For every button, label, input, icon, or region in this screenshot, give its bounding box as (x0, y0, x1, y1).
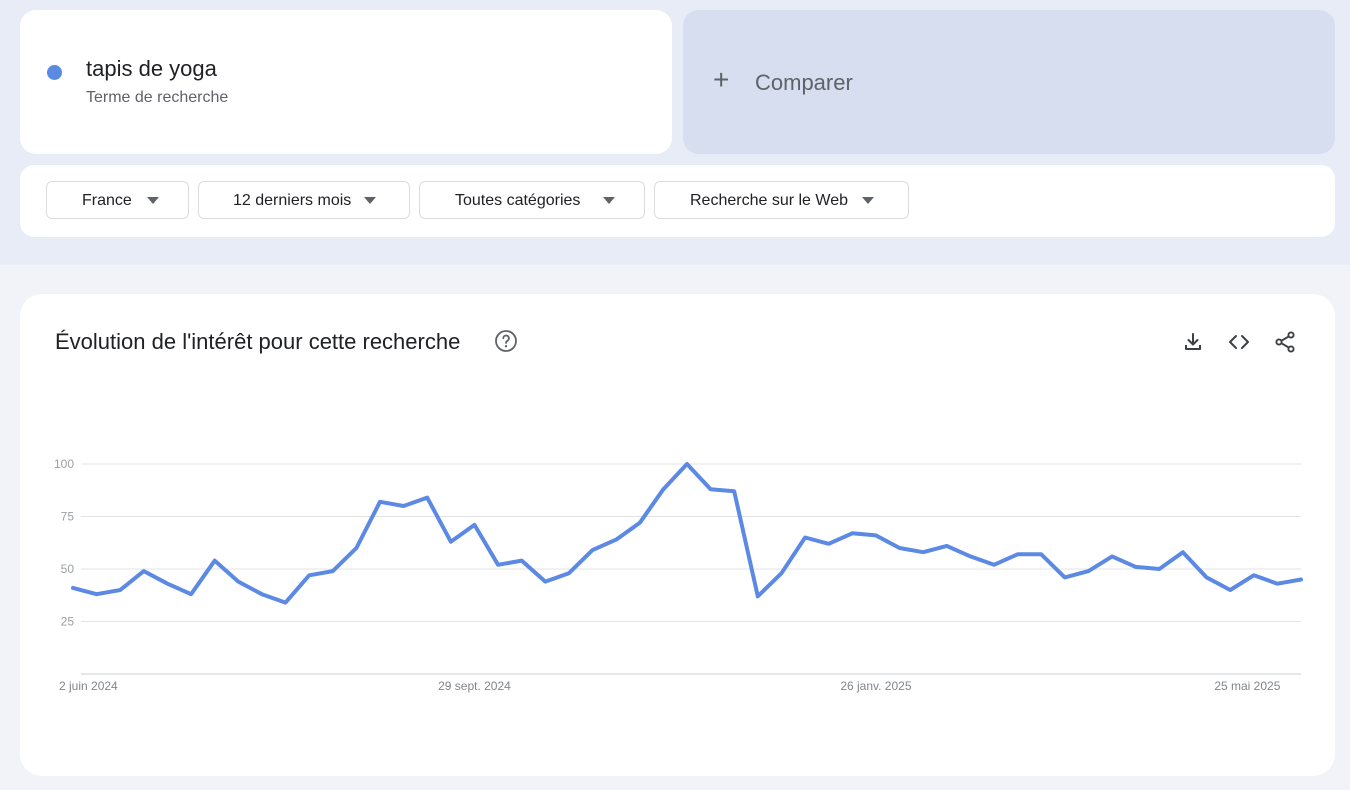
plus-icon: + (713, 64, 730, 95)
chevron-down-icon (147, 197, 159, 204)
chevron-down-icon (364, 197, 376, 204)
y-tick-label-50: 50 (61, 562, 75, 576)
filter-period-label: 12 derniers mois (233, 192, 352, 209)
search-term-type: Terme de recherche (86, 89, 229, 106)
search-term-card[interactable]: tapis de yoga Terme de recherche (20, 10, 672, 154)
filter-category-label: Toutes catégories (455, 192, 581, 209)
chevron-down-icon (862, 197, 874, 204)
filter-search-type-dropdown[interactable]: Recherche sur le Web (654, 181, 909, 219)
filter-search-type-label: Recherche sur le Web (690, 192, 848, 209)
series-color-dot (47, 65, 62, 80)
compare-label: Comparer (755, 70, 853, 95)
x-tick-label: 25 mai 2025 (1214, 679, 1280, 693)
y-tick-label-25: 25 (61, 615, 75, 629)
series-line-tapis-de-yoga (71, 462, 1303, 605)
filter-region-dropdown[interactable]: France (46, 181, 189, 219)
filter-period-dropdown[interactable]: 12 derniers mois (198, 181, 410, 219)
y-tick-label-75: 75 (61, 510, 75, 524)
y-tick-label-100: 100 (54, 457, 74, 471)
compare-button[interactable]: + Comparer (683, 10, 1335, 154)
x-tick-label: 29 sept. 2024 (438, 679, 511, 693)
interest-over-time-card: Évolution de l'intérêt pour cette recher… (20, 294, 1335, 776)
x-tick-label: 2 juin 2024 (59, 679, 118, 693)
interest-line-chart: 25 50 75 100 2 juin 2024 29 sept. 2024 26 janv… (54, 457, 1303, 693)
x-tick-label: 26 janv. 2025 (840, 679, 911, 693)
filter-category-dropdown[interactable]: Toutes catégories (419, 181, 645, 219)
filter-region-label: France (82, 192, 132, 209)
filter-bar: France 12 derniers mois Toutes catégorie… (20, 165, 1335, 237)
search-term-name: tapis de yoga (86, 56, 217, 81)
chevron-down-icon (603, 197, 615, 204)
